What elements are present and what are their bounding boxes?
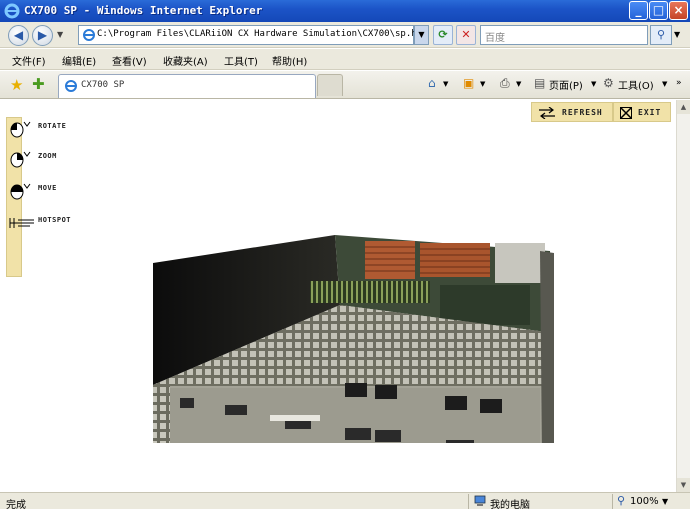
zoom-label: ZOOM (38, 152, 57, 160)
home-icon[interactable]: ⌂ (428, 76, 436, 90)
zoom-level[interactable]: 100% (630, 496, 659, 507)
exit-button[interactable]: EXIT (613, 102, 671, 122)
maximize-button[interactable]: □ (649, 1, 668, 20)
window-title: CX700 SP - Windows Internet Explorer (24, 4, 263, 17)
refresh-label: REFRESH (562, 108, 603, 117)
address-text[interactable]: C:\Program Files\CLARiiON CX Hardware Si… (97, 29, 428, 39)
feeds-icon[interactable]: ▣ (463, 76, 474, 90)
chevron-right-icon[interactable]: » (676, 78, 682, 88)
mouse-rotate-icon (10, 121, 31, 138)
tools-menu[interactable]: 工具(O) (618, 77, 654, 92)
hotspot-label: HOTSPOT (38, 216, 72, 224)
minimize-button[interactable]: _ (629, 1, 648, 20)
menu-help[interactable]: 帮助(H) (272, 53, 307, 68)
menu-favorites[interactable]: 收藏夹(A) (163, 53, 208, 68)
add-favorite-icon[interactable]: ✚ (32, 75, 45, 93)
tab-cx700-sp[interactable]: CX700 SP (58, 74, 316, 98)
home-dropdown-icon[interactable]: ▼ (443, 80, 448, 88)
scroll-up-icon[interactable]: ▲ (677, 100, 690, 114)
tab-label: CX700 SP (81, 80, 125, 90)
address-field[interactable]: C:\Program Files\CLARiiON CX Hardware Si… (78, 25, 428, 45)
address-toolbar: ◀ ▶ ▼ C:\Program Files\CLARiiON CX Hardw… (0, 22, 690, 48)
move-label: MOVE (38, 184, 57, 192)
menu-tools[interactable]: 工具(T) (224, 53, 258, 68)
zoom-dropdown-icon[interactable]: ▼ (662, 497, 668, 506)
search-placeholder: 百度 (485, 33, 505, 44)
tab-bar: ★ ✚ CX700 SP ⌂ ▼ ▣ ▼ ⎙ ▼ ▤ 页面(P) ▼ ⚙ 工具(… (0, 71, 690, 99)
menu-edit[interactable]: 编辑(E) (62, 53, 96, 68)
print-icon[interactable]: ⎙ (500, 76, 510, 91)
menu-bar: 文件(F) 编辑(E) 查看(V) 收藏夹(A) 工具(T) 帮助(H) (0, 49, 690, 70)
search-dropdown-icon[interactable]: ▼ (674, 30, 680, 39)
page-icon (83, 29, 95, 41)
menu-file[interactable]: 文件(F) (12, 53, 46, 68)
refresh-button[interactable]: REFRESH (531, 102, 613, 122)
status-divider (468, 494, 469, 509)
favorites-star-icon[interactable]: ★ (10, 76, 23, 94)
exit-label: EXIT (638, 108, 662, 117)
page-content: ROTATE ZOOM MOVE HOTSPOT REFRESH EXIT (0, 100, 676, 492)
page-icon (65, 80, 77, 92)
gear-icon: ⚙ (603, 76, 614, 90)
hand-pointer-icon (9, 218, 34, 228)
address-dropdown-icon[interactable]: ▼ (414, 25, 429, 45)
tools-dropdown-icon[interactable]: ▼ (662, 80, 667, 88)
refresh-icon[interactable]: ⟳ (433, 25, 453, 45)
storage-processor-model (153, 235, 554, 443)
back-button[interactable]: ◀ (8, 25, 29, 46)
stop-icon[interactable]: ✕ (456, 25, 476, 45)
page-menu[interactable]: 页面(P) (549, 77, 583, 92)
forward-button[interactable]: ▶ (32, 25, 53, 46)
swap-arrows-icon (539, 107, 555, 119)
close-button[interactable]: × (669, 1, 688, 20)
ie-logo-icon (4, 3, 20, 19)
search-input[interactable]: 百度 (480, 25, 648, 45)
search-icon[interactable]: ⚲ (650, 25, 672, 45)
vertical-scrollbar[interactable]: ▲ ▼ (676, 100, 690, 492)
title-bar: CX700 SP - Windows Internet Explorer _ □… (0, 0, 690, 22)
status-bar: 完成 我的电脑 ⚲ 100% ▼ (0, 492, 690, 511)
status-divider (612, 494, 613, 509)
feeds-dropdown-icon[interactable]: ▼ (480, 80, 485, 88)
page-dropdown-icon[interactable]: ▼ (591, 80, 596, 88)
print-dropdown-icon[interactable]: ▼ (516, 80, 521, 88)
menu-view[interactable]: 查看(V) (112, 53, 147, 68)
mouse-zoom-icon (10, 151, 31, 168)
new-tab-button[interactable] (317, 74, 343, 96)
history-dropdown-icon[interactable]: ▼ (57, 30, 63, 39)
scroll-down-icon[interactable]: ▼ (677, 478, 690, 492)
page-menu-icon: ▤ (534, 76, 546, 90)
mouse-move-icon (10, 183, 31, 200)
zoom-icon[interactable]: ⚲ (617, 494, 625, 507)
my-computer-icon (474, 495, 486, 506)
rotate-label: ROTATE (38, 122, 67, 130)
exit-icon (620, 107, 632, 119)
